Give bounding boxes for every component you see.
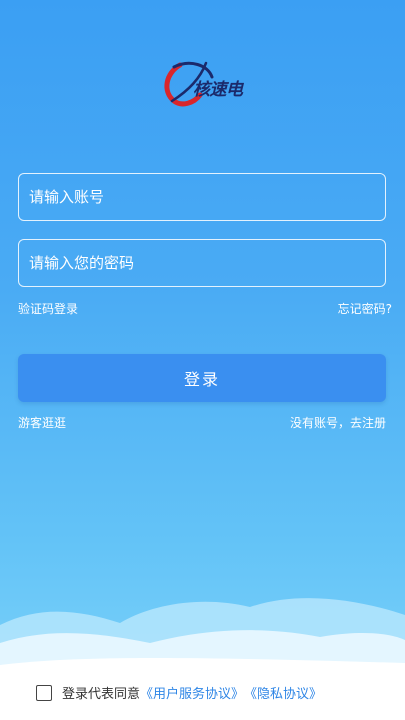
guest-browse-link[interactable]: 游客逛逛 (18, 414, 66, 431)
user-agreement-link[interactable]: 《用户服务协议》 (140, 683, 244, 702)
account-input[interactable] (18, 173, 386, 221)
agreement-checkbox[interactable] (36, 684, 52, 701)
agreement-row: 登录代表同意 《用户服务协议》 《隐私协议》 (36, 683, 322, 702)
login-button[interactable]: 登录 (18, 354, 386, 402)
privacy-policy-link[interactable]: 《隐私协议》 (244, 683, 322, 702)
register-link[interactable]: 没有账号，去注册 (290, 414, 386, 431)
sms-login-link[interactable]: 验证码登录 (18, 300, 78, 317)
logo-text: 核速电 (193, 80, 243, 100)
forgot-password-link[interactable]: 忘记密码? (338, 300, 392, 317)
agreement-prefix: 登录代表同意 (62, 687, 141, 702)
password-input[interactable] (18, 239, 386, 287)
app-logo: 核速电 (160, 55, 250, 110)
